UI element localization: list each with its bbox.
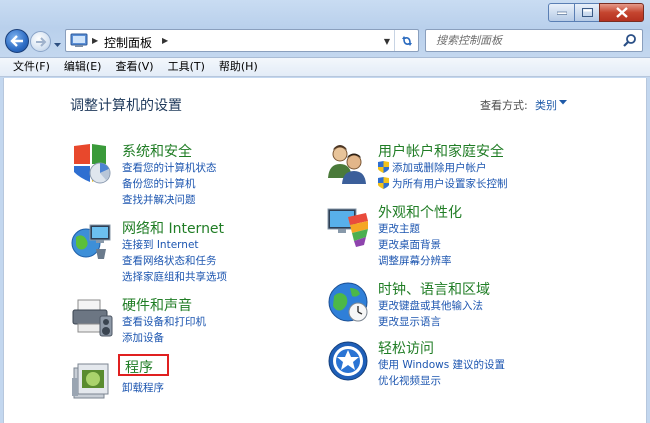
category-link[interactable]: 使用 Windows 建议的设置 [378, 357, 505, 372]
breadcrumb-separator-icon[interactable]: ▶ [162, 36, 168, 45]
category-link[interactable]: 更改主题 [378, 221, 420, 236]
network-icon[interactable] [70, 219, 114, 263]
category-title[interactable]: 轻松访问 [378, 338, 434, 358]
view-by-dropdown[interactable]: 类别 [535, 97, 557, 113]
breadcrumb-separator-icon[interactable]: ▶ [92, 36, 98, 45]
uac-shield-icon [378, 161, 389, 173]
programs-icon[interactable] [70, 358, 114, 402]
chevron-down-icon[interactable] [559, 100, 567, 105]
maximize-button[interactable] [574, 3, 600, 22]
category-link[interactable]: 更改键盘或其他输入法 [378, 298, 483, 313]
menu-file[interactable]: 文件(F) [6, 58, 57, 76]
address-dropdown-icon[interactable]: ▼ [384, 37, 390, 46]
category-link[interactable]: 查看设备和打印机 [122, 314, 206, 329]
category-link[interactable]: 选择家庭组和共享选项 [122, 269, 227, 284]
menu-help[interactable]: 帮助(H) [212, 58, 265, 76]
navigation-row: ▶ 控制面板 ▶ ▼ [0, 28, 650, 54]
hardware-sound-icon[interactable] [70, 296, 114, 340]
back-arrow-icon [10, 35, 23, 47]
menu-edit[interactable]: 编辑(E) [57, 58, 109, 76]
forward-arrow-icon [35, 36, 46, 47]
control-panel-icon [70, 33, 88, 47]
user-accounts-icon[interactable] [326, 142, 370, 186]
category-title[interactable]: 网络和 Internet [122, 218, 224, 238]
category-title[interactable]: 用户帐户和家庭安全 [378, 141, 504, 161]
recent-pages-dropdown[interactable] [54, 37, 61, 51]
category-link[interactable]: 为所有用户设置家长控制 [378, 176, 508, 191]
category-link[interactable]: 添加设备 [122, 330, 164, 345]
category-link[interactable]: 卸载程序 [122, 380, 164, 395]
minimize-icon [556, 11, 567, 15]
menu-view[interactable]: 查看(V) [108, 58, 160, 76]
view-by-label: 查看方式: [480, 99, 528, 112]
category-link[interactable]: 更改显示语言 [378, 314, 441, 329]
clock-region-icon[interactable] [326, 280, 370, 324]
search-icon[interactable] [623, 33, 637, 47]
system-security-icon[interactable] [70, 142, 114, 186]
maximize-icon [581, 8, 593, 17]
back-button[interactable] [5, 29, 29, 53]
appearance-icon[interactable] [326, 203, 370, 247]
window-frame: ▶ 控制面板 ▶ ▼ 文件(F) 编辑(E) 查看(V) [0, 0, 650, 423]
close-button[interactable] [599, 3, 644, 22]
close-icon [615, 7, 628, 18]
category-link[interactable]: 查找并解决问题 [122, 192, 196, 207]
category-link[interactable]: 查看网络状态和任务 [122, 253, 217, 268]
category-link[interactable]: 查看您的计算机状态 [122, 160, 217, 175]
ease-of-access-icon[interactable] [326, 339, 370, 383]
category-link[interactable]: 连接到 Internet [122, 237, 199, 252]
category-title[interactable]: 时钟、语言和区域 [378, 279, 490, 299]
forward-button[interactable] [30, 31, 51, 52]
link-label: 为所有用户设置家长控制 [392, 178, 508, 190]
category-link[interactable]: 优化视频显示 [378, 373, 441, 388]
chevron-down-icon [54, 43, 61, 47]
category-title[interactable]: 程序 [125, 357, 153, 377]
refresh-button[interactable] [394, 30, 418, 51]
category-link[interactable]: 添加或删除用户帐户 [378, 160, 487, 175]
category-title[interactable]: 硬件和声音 [122, 295, 192, 315]
page-title: 调整计算机的设置 [70, 98, 182, 114]
refresh-icon [401, 35, 412, 46]
category-link[interactable]: 调整屏幕分辨率 [378, 253, 452, 268]
content-pane: 调整计算机的设置 查看方式: 类别 系统和安全 查看您的计算机状态 备份您的计算… [3, 78, 647, 423]
search-input[interactable] [426, 30, 616, 51]
uac-shield-icon [378, 177, 389, 189]
search-box [425, 29, 643, 52]
category-title[interactable]: 外观和个性化 [378, 202, 462, 222]
window-controls [548, 3, 644, 22]
category-title[interactable]: 系统和安全 [122, 141, 192, 161]
minimize-button[interactable] [548, 3, 575, 22]
menu-tools[interactable]: 工具(T) [161, 58, 212, 76]
category-link[interactable]: 更改桌面背景 [378, 237, 441, 252]
breadcrumb-control-panel[interactable]: 控制面板 [104, 34, 152, 51]
address-bar[interactable]: ▶ 控制面板 ▶ ▼ [65, 29, 419, 52]
link-label: 添加或删除用户帐户 [392, 162, 487, 174]
menu-bar: 文件(F) 编辑(E) 查看(V) 工具(T) 帮助(H) [0, 57, 650, 77]
category-link[interactable]: 备份您的计算机 [122, 176, 196, 191]
